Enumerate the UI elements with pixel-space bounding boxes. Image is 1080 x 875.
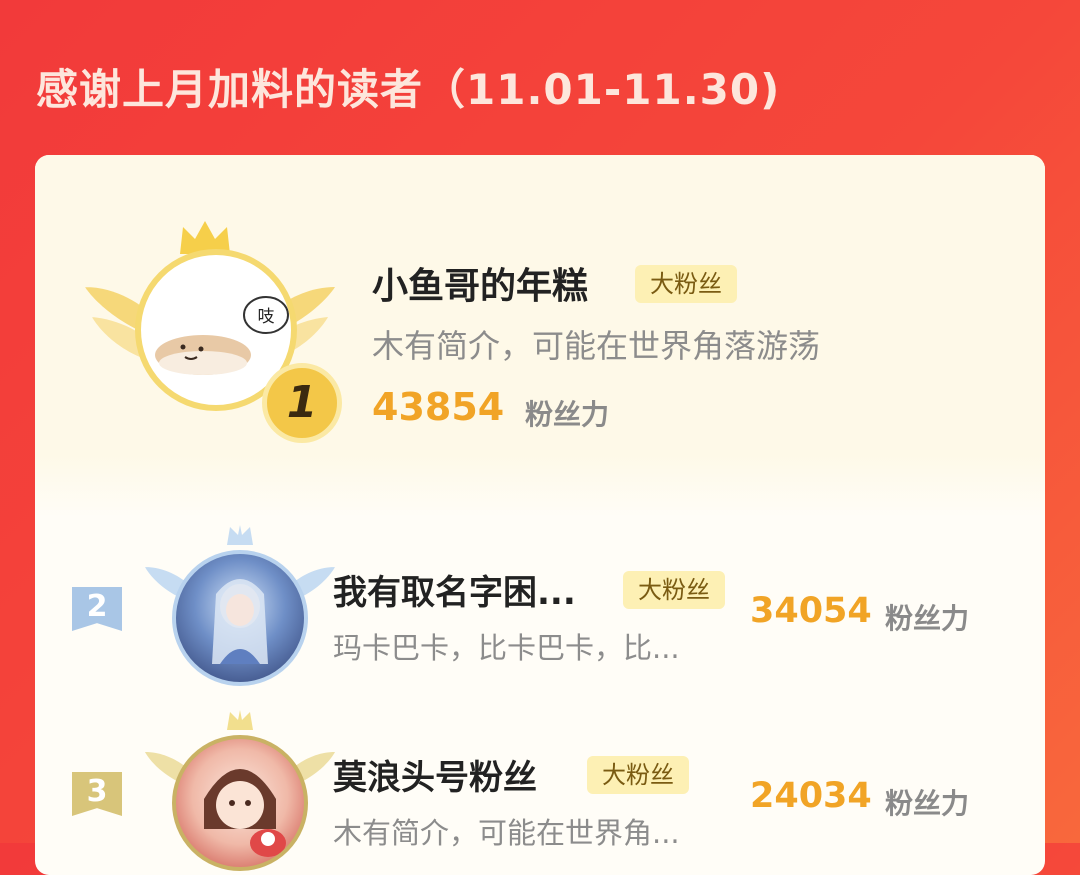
rank-number: 2	[86, 589, 108, 624]
rank-badge: 3	[72, 772, 122, 816]
list-item[interactable]: 3 莫浪头号粉丝 大粉丝 木有简介，可能在世界角... 24034 粉丝力	[35, 710, 1045, 875]
top-fan-name[interactable]: 小鱼哥的年糕	[372, 257, 588, 309]
rank-medal-icon: 1	[262, 363, 342, 443]
fan-name: 我有取名字困...	[333, 573, 576, 613]
fan-score-unit: 粉丝力	[885, 602, 970, 635]
page-title: 感谢上月加料的读者（11.01-11.30)	[36, 65, 781, 114]
top-fan-avatar-group[interactable]: 吱 1	[80, 217, 342, 457]
fan-score-unit: 粉丝力	[885, 787, 970, 820]
top-fan-score: 43854	[372, 385, 505, 429]
list-item[interactable]: 2 我有取名字困... 大粉丝 玛卡巴卡，比卡巴卡，比... 34054 粉丝力	[35, 525, 1045, 705]
fan-badge: 大粉丝	[587, 756, 689, 794]
avatar	[172, 550, 308, 686]
fan-ranking-card: 吱 1 小鱼哥的年糕 大粉丝 木有简介，可能在世界角落游荡 43854 粉丝力 …	[35, 155, 1045, 875]
top-fan-badge: 大粉丝	[635, 265, 737, 303]
rank-badge: 2	[72, 587, 122, 631]
fan-score: 24034	[750, 776, 872, 816]
fan-bio: 木有简介，可能在世界角...	[333, 816, 680, 850]
avatar-illustration	[212, 579, 268, 664]
fan-bio: 玛卡巴卡，比卡巴卡，比...	[333, 631, 680, 665]
top-fan-rank: 1	[286, 377, 318, 428]
top-fan-score-unit: 粉丝力	[525, 398, 610, 431]
avatar	[172, 735, 308, 871]
rank-number: 3	[86, 774, 108, 809]
fan-badge: 大粉丝	[623, 571, 725, 609]
bubble-text: 吱	[258, 307, 275, 327]
fan-score: 34054	[750, 591, 872, 631]
top-fan-bio: 木有简介，可能在世界角落游荡	[372, 327, 821, 365]
fan-name: 莫浪头号粉丝	[333, 758, 537, 798]
avatar-illustration	[204, 769, 286, 857]
